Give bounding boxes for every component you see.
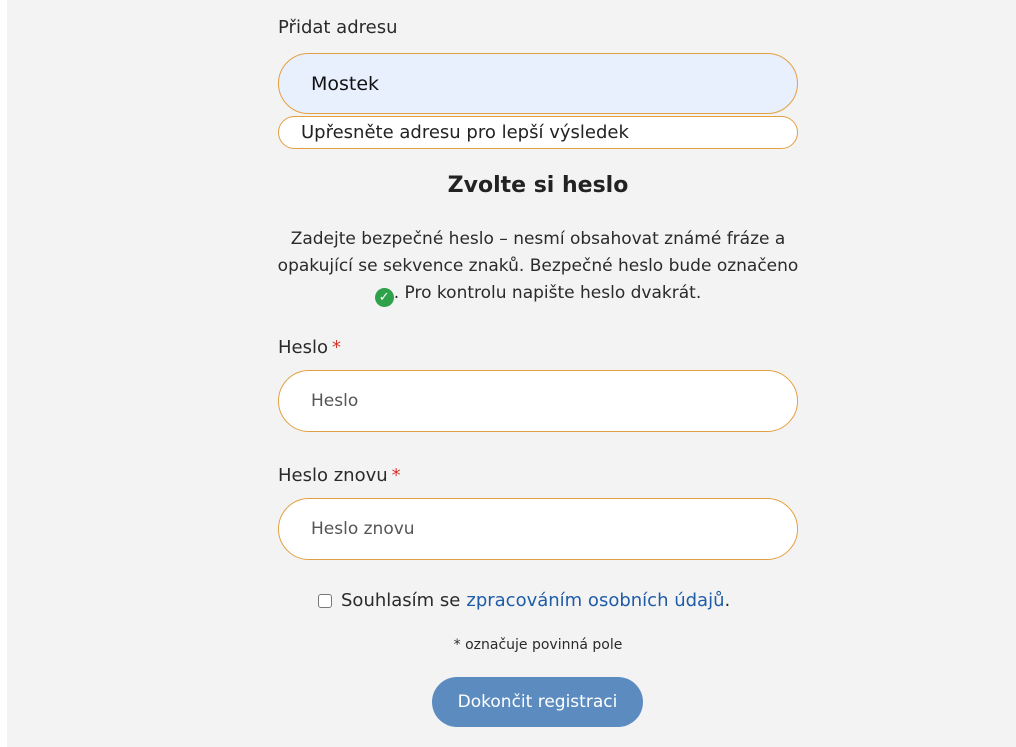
consent-row: Souhlasím se zpracováním osobních údajů. (318, 590, 730, 611)
submit-registration-button[interactable]: Dokončit registraci (432, 677, 643, 727)
password-input[interactable] (278, 370, 798, 432)
password-label-text: Heslo (278, 337, 329, 358)
password-description-text-end: . Pro kontrolu napište heslo dvakrát. (393, 283, 702, 303)
password-repeat-input[interactable] (278, 498, 798, 560)
password-description: Zadejte bezpečné heslo – nesmí obsahovat… (270, 226, 806, 307)
password-description-text: Zadejte bezpečné heslo – nesmí obsahovat… (277, 229, 799, 276)
required-asterisk: * (391, 465, 401, 486)
password-repeat-label-text: Heslo znovu (278, 465, 388, 486)
password-label: Heslo * (278, 337, 341, 358)
required-asterisk: * (332, 337, 342, 358)
consent-checkbox[interactable] (318, 593, 332, 608)
address-hint-suggestion[interactable]: Upřesněte adresu pro lepší výsledek (278, 116, 798, 149)
consent-suffix: . (724, 590, 731, 611)
privacy-policy-link[interactable]: zpracováním osobních údajů (466, 590, 724, 611)
required-fields-note: * označuje povinná pole (453, 637, 623, 653)
address-input[interactable] (278, 53, 798, 114)
password-repeat-label: Heslo znovu * (278, 465, 401, 486)
consent-text: Souhlasím se (341, 590, 461, 611)
check-circle-icon: ✓ (374, 288, 394, 307)
password-section-title: Zvolte si heslo (447, 173, 629, 198)
address-label: Přidat adresu (278, 17, 398, 38)
